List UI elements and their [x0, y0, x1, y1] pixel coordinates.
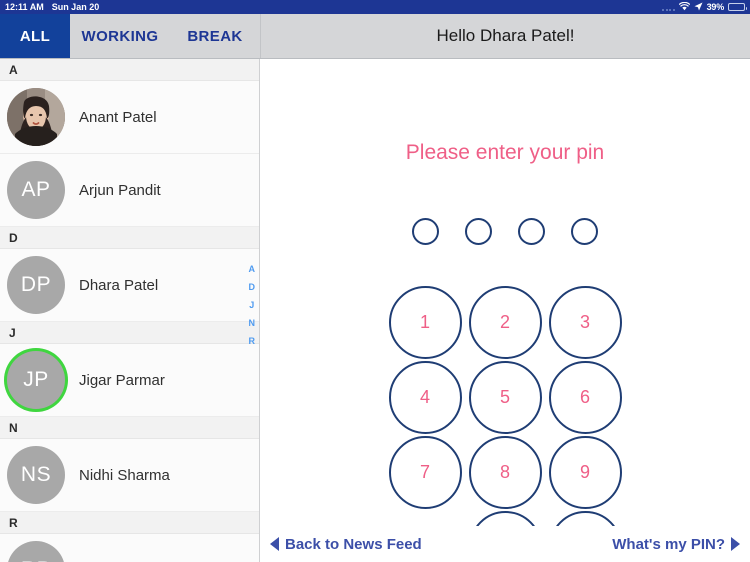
section-header-j: J: [0, 322, 259, 344]
tab-all[interactable]: ALL: [0, 14, 70, 58]
pin-dot: [518, 218, 545, 245]
index-letter-r[interactable]: R: [249, 336, 256, 346]
signal-dots-icon: [662, 4, 675, 11]
keypad-row: 789: [387, 436, 624, 509]
keypad-key-3[interactable]: 3: [548, 286, 622, 359]
keypad-row: 123: [387, 286, 624, 359]
whats-my-pin-label: What's my PIN?: [612, 535, 725, 553]
bottom-action-bar: Back to News Feed What's my PIN?: [260, 526, 750, 562]
tab-break[interactable]: BREAK: [170, 14, 260, 58]
tab-working[interactable]: WORKING: [70, 14, 170, 58]
pin-panel: Please enter your pin 1234567890Clear Ba…: [260, 59, 750, 562]
keypad-key-2[interactable]: 2: [468, 286, 542, 359]
keypad-key-4[interactable]: 4: [388, 361, 462, 434]
list-item[interactable]: JP Jigar Parmar: [0, 344, 259, 417]
section-header-d: D: [0, 227, 259, 249]
avatar-initials: RP: [7, 541, 65, 562]
keypad-row: 456: [387, 361, 624, 434]
back-to-news-feed-button[interactable]: Back to News Feed: [270, 536, 422, 553]
body: A Anant Patel AP Arjun Pandit D DP Dhara Pate…: [0, 59, 750, 562]
person-name: Anant Patel: [79, 108, 157, 126]
pin-keypad[interactable]: 1234567890Clear: [260, 286, 750, 562]
wifi-icon: [678, 1, 690, 13]
section-header-a: A: [0, 59, 259, 81]
status-bar: 12:11 AM Sun Jan 20 39%: [0, 0, 750, 14]
whats-my-pin-button[interactable]: What's my PIN?: [612, 536, 740, 553]
list-item[interactable]: RPRaj Prajapati: [0, 534, 259, 562]
avatar-initials: DP: [7, 256, 65, 314]
avatar-photo: [7, 88, 65, 146]
keypad-key-9[interactable]: 9: [548, 436, 622, 509]
keypad-key-5[interactable]: 5: [468, 361, 542, 434]
keypad-key-8[interactable]: 8: [468, 436, 542, 509]
person-name: Dhara Patel: [79, 276, 159, 294]
index-letter-j[interactable]: J: [249, 300, 254, 310]
avatar-initials: NS: [7, 446, 65, 504]
alphabet-index-rail[interactable]: ADJNR: [249, 264, 256, 346]
list-item[interactable]: AP Arjun Pandit: [0, 154, 259, 227]
list-item[interactable]: DP Dhara Patel: [0, 249, 259, 322]
avatar-initials: AP: [7, 161, 65, 219]
pin-dot: [571, 218, 598, 245]
index-letter-a[interactable]: A: [249, 264, 256, 274]
tab-bar: ALL WORKING BREAK: [0, 14, 260, 58]
status-bar-right: 39%: [662, 1, 747, 13]
location-arrow-icon: [694, 2, 703, 13]
pin-dot: [465, 218, 492, 245]
status-date: Sun Jan 20: [51, 2, 100, 12]
page-title: Hello Dhara Patel!: [260, 14, 750, 58]
keypad-key-1[interactable]: 1: [388, 286, 462, 359]
list-item[interactable]: Anant Patel: [0, 81, 259, 154]
pin-indicator-group: [260, 218, 750, 245]
status-bar-left: 12:11 AM Sun Jan 20: [5, 2, 99, 12]
section-header-r: R: [0, 512, 259, 534]
back-to-news-feed-label: Back to News Feed: [285, 535, 422, 553]
keypad-key-7[interactable]: 7: [388, 436, 462, 509]
keypad-key-6[interactable]: 6: [548, 361, 622, 434]
pin-dot: [412, 218, 439, 245]
person-name: Nidhi Sharma: [79, 466, 170, 484]
triangle-right-icon: [731, 537, 740, 551]
top-bar: ALL WORKING BREAK Hello Dhara Patel!: [0, 14, 750, 59]
avatar-initials: JP: [7, 351, 65, 409]
index-letter-d[interactable]: D: [249, 282, 256, 292]
triangle-left-icon: [270, 537, 279, 551]
person-name: Jigar Parmar: [79, 371, 165, 389]
pin-prompt-text: Please enter your pin: [405, 141, 605, 164]
index-letter-n[interactable]: N: [249, 318, 256, 328]
app-root: 12:11 AM Sun Jan 20 39% ALL WORKING BREA…: [0, 0, 750, 562]
people-list: A Anant Patel AP Arjun Pandit D DP Dhara Pate…: [0, 59, 259, 562]
list-item[interactable]: NS Nidhi Sharma: [0, 439, 259, 512]
people-sidebar[interactable]: A Anant Patel AP Arjun Pandit D DP Dhara Pate…: [0, 59, 260, 562]
section-header-n: N: [0, 417, 259, 439]
person-name: Arjun Pandit: [79, 181, 161, 199]
status-time: 12:11 AM: [5, 2, 44, 12]
battery-icon: [728, 3, 747, 11]
battery-percent: 39%: [706, 2, 725, 12]
